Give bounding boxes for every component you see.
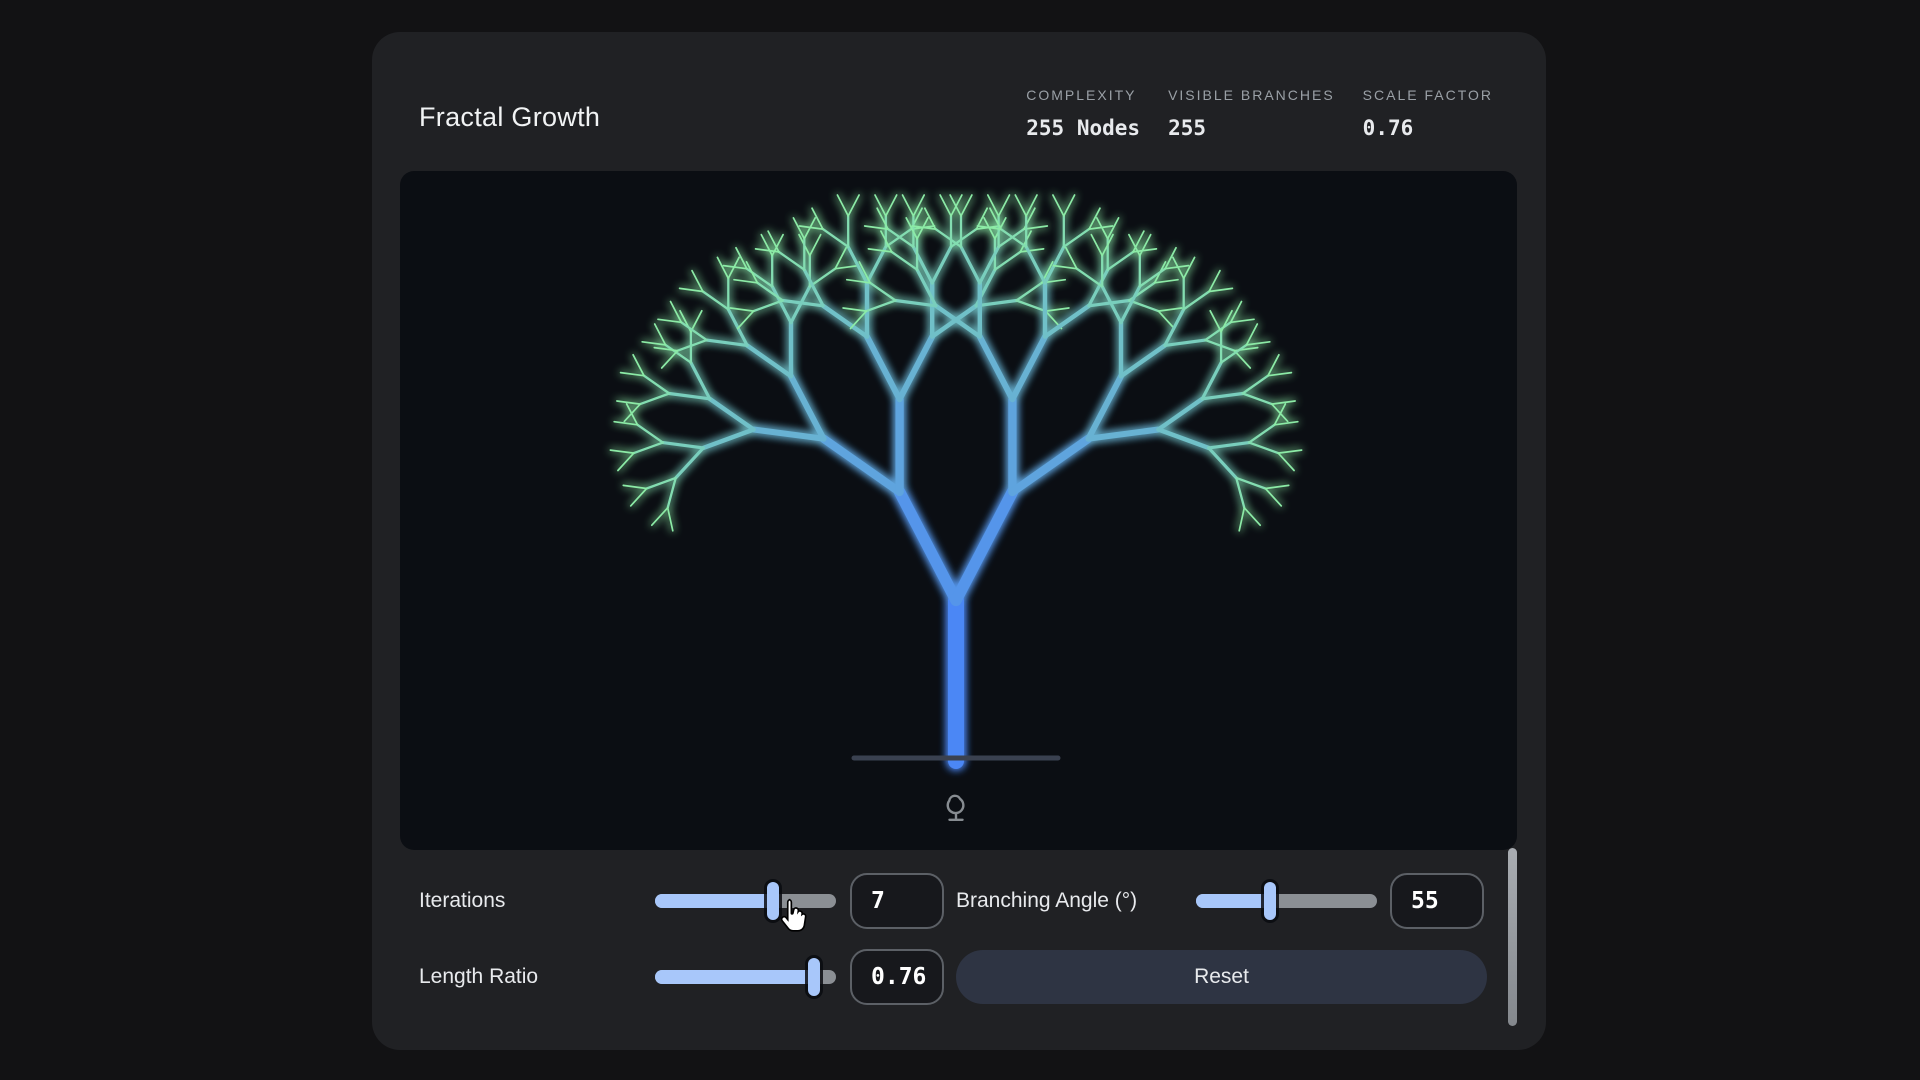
stat-scale-factor: SCALE FACTOR 0.76 [1363, 87, 1493, 140]
tree-icon [941, 791, 971, 823]
stat-complexity: COMPLEXITY 255 Nodes [1026, 87, 1140, 140]
stat-scale-factor-label: SCALE FACTOR [1363, 87, 1493, 103]
length-ratio-slider-fill [655, 970, 814, 984]
branching-angle-value-field[interactable]: 55 [1390, 873, 1484, 929]
vertical-scrollbar[interactable] [1508, 848, 1517, 1026]
iterations-value-field[interactable]: 7 [850, 873, 944, 929]
branching-angle-label: Branching Angle (°) [956, 889, 1137, 913]
branching-angle-slider-thumb[interactable] [1264, 882, 1276, 920]
fractal-canvas [400, 171, 1517, 850]
fractal-growth-panel: Fractal Growth COMPLEXITY 255 Nodes VISI… [372, 32, 1546, 1050]
branching-angle-slider-fill [1196, 894, 1270, 908]
fractal-tree [400, 171, 1517, 850]
iterations-label: Iterations [419, 889, 505, 913]
cursor-pointer-icon [775, 897, 811, 933]
length-ratio-value-field[interactable]: 0.76 [850, 949, 944, 1005]
page-title: Fractal Growth [419, 102, 600, 133]
iterations-slider-fill [655, 894, 773, 908]
length-ratio-slider-thumb[interactable] [808, 958, 820, 996]
length-ratio-label: Length Ratio [419, 965, 538, 989]
stat-visible-branches-label: VISIBLE BRANCHES [1168, 87, 1335, 103]
stats-bar: COMPLEXITY 255 Nodes VISIBLE BRANCHES 25… [1026, 87, 1493, 140]
stat-complexity-label: COMPLEXITY [1026, 87, 1140, 103]
reset-button[interactable]: Reset [956, 950, 1487, 1004]
stat-complexity-value: 255 Nodes [1026, 116, 1140, 140]
length-ratio-slider[interactable] [655, 957, 836, 997]
stat-scale-factor-value: 0.76 [1363, 116, 1493, 140]
branching-angle-slider[interactable] [1196, 881, 1377, 921]
stat-visible-branches: VISIBLE BRANCHES 255 [1168, 87, 1335, 140]
stat-visible-branches-value: 255 [1168, 116, 1335, 140]
